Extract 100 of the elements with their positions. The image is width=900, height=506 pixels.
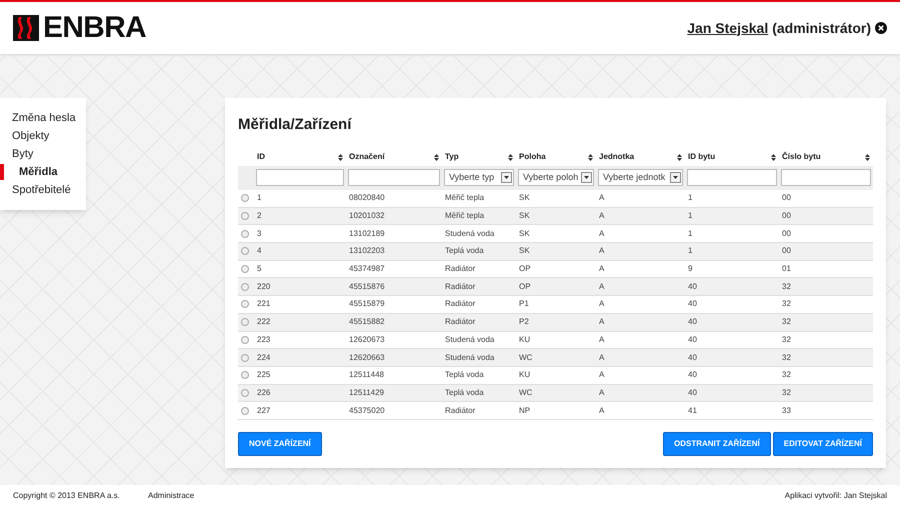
table-cell: 32 bbox=[782, 334, 791, 344]
table-cell: 32 bbox=[782, 282, 791, 291]
table-cell: 3 bbox=[257, 228, 262, 238]
table-cell: KU bbox=[519, 370, 530, 380]
action-button[interactable]: EDITOVAT ZAŘÍZENÍ bbox=[772, 432, 873, 456]
table-cell: A bbox=[599, 352, 604, 362]
table-cell: 45515882 bbox=[349, 317, 385, 326]
table-cell: Radiátor bbox=[445, 317, 476, 326]
table-cell: 225 bbox=[257, 370, 270, 380]
sort-icon[interactable] bbox=[771, 154, 776, 160]
admin-link[interactable]: Administrace bbox=[148, 490, 194, 502]
action-button[interactable]: NOVÉ ZAŘÍZENÍ bbox=[238, 432, 322, 456]
filter-dropdown[interactable]: Vyberte typ bbox=[444, 169, 514, 186]
column-header[interactable]: Jednotka bbox=[599, 151, 634, 163]
table-cell: 2 bbox=[257, 211, 262, 220]
table-cell: 40 bbox=[688, 370, 697, 380]
table-cell: 32 bbox=[782, 352, 791, 362]
filter-field[interactable] bbox=[781, 169, 871, 186]
table-cell: SK bbox=[519, 193, 530, 202]
sidebar-item[interactable]: Změna hesla bbox=[0, 110, 86, 126]
sort-icon[interactable] bbox=[865, 154, 870, 160]
column-header[interactable]: ID bytu bbox=[688, 151, 716, 163]
sidebar-item[interactable]: Měřidla bbox=[0, 164, 86, 180]
filter-field[interactable] bbox=[256, 169, 344, 186]
table-cell: 40 bbox=[688, 299, 697, 308]
table-cell: A bbox=[599, 317, 604, 326]
close-icon[interactable] bbox=[875, 22, 887, 34]
table-cell: 10201032 bbox=[349, 211, 385, 220]
table-cell: 33 bbox=[782, 406, 791, 415]
table-cell: Radiátor bbox=[445, 264, 476, 274]
copyright-text: Copyright © 2013 ENBRA a.s. bbox=[13, 490, 121, 502]
row-radio[interactable] bbox=[241, 388, 249, 397]
table-cell: SK bbox=[519, 228, 530, 238]
row-radio[interactable] bbox=[241, 371, 249, 380]
filter-field[interactable] bbox=[348, 169, 440, 186]
sort-icon[interactable] bbox=[434, 154, 439, 160]
row-radio[interactable] bbox=[241, 354, 249, 362]
column-header[interactable]: Poloha bbox=[519, 151, 546, 163]
table-cell: A bbox=[599, 282, 604, 291]
filter-dropdown[interactable]: Vyberte jednotk bbox=[598, 169, 683, 186]
brand-name: ENBRA bbox=[43, 13, 146, 43]
row-radio[interactable] bbox=[241, 212, 249, 220]
table-cell: 00 bbox=[782, 228, 791, 238]
table-cell: 12620673 bbox=[349, 334, 385, 344]
user-link[interactable]: Jan Stejskal bbox=[687, 18, 768, 38]
table-cell: A bbox=[599, 334, 604, 344]
user-role: (administrátor) bbox=[772, 18, 871, 38]
filter-dropdown[interactable]: Vyberte poloh bbox=[518, 169, 594, 186]
row-radio[interactable] bbox=[241, 265, 249, 274]
sort-icon[interactable] bbox=[588, 154, 593, 160]
sort-icon[interactable] bbox=[338, 154, 343, 160]
table-cell: Teplá voda bbox=[445, 370, 484, 380]
logo-icon bbox=[13, 15, 39, 41]
table-cell: Měřič tepla bbox=[445, 193, 484, 202]
sort-icon[interactable] bbox=[508, 154, 513, 160]
table-cell: 1 bbox=[257, 193, 262, 202]
row-radio[interactable] bbox=[241, 247, 249, 256]
table-cell: 32 bbox=[782, 299, 791, 308]
table-cell: A bbox=[599, 228, 604, 238]
table-cell: Teplá voda bbox=[445, 246, 484, 256]
row-radio[interactable] bbox=[241, 406, 249, 415]
page-title: Měřidla/Zařízení bbox=[238, 115, 353, 135]
row-radio[interactable] bbox=[241, 300, 249, 308]
row-radio[interactable] bbox=[241, 230, 249, 238]
table-cell: 32 bbox=[782, 317, 791, 326]
row-radio[interactable] bbox=[241, 282, 249, 291]
column-header[interactable]: Číslo bytu bbox=[782, 151, 821, 163]
row-radio[interactable] bbox=[241, 318, 249, 326]
row-radio[interactable] bbox=[241, 336, 249, 344]
table-cell: A bbox=[599, 370, 604, 380]
table-cell: 1 bbox=[688, 246, 692, 256]
table-cell: 220 bbox=[257, 282, 270, 291]
sidebar-item[interactable]: Objekty bbox=[0, 128, 86, 144]
row-radio[interactable] bbox=[241, 194, 249, 202]
table-cell: A bbox=[599, 211, 604, 220]
table-cell: WC bbox=[519, 388, 532, 397]
column-header[interactable]: Typ bbox=[445, 151, 459, 163]
sidebar-item[interactable]: Spotřebitelé bbox=[0, 182, 86, 198]
action-button[interactable]: ODSTRANIT ZAŘÍZENÍ bbox=[662, 432, 771, 456]
table-cell: 227 bbox=[257, 406, 270, 415]
table-cell: A bbox=[599, 299, 604, 308]
column-header[interactable]: ID bbox=[257, 151, 265, 163]
filter-field[interactable] bbox=[687, 169, 777, 186]
table-cell: 224 bbox=[257, 352, 270, 362]
table-cell: 223 bbox=[257, 334, 270, 344]
table-cell: 9 bbox=[688, 264, 692, 274]
table-cell: 13102189 bbox=[349, 228, 385, 238]
table-cell: 41 bbox=[688, 406, 697, 415]
table-cell: SK bbox=[519, 246, 530, 256]
sidebar-item[interactable]: Byty bbox=[0, 146, 86, 162]
sort-icon[interactable] bbox=[677, 154, 682, 160]
table-cell: 5 bbox=[257, 264, 262, 274]
table-cell: A bbox=[599, 406, 604, 415]
table-cell: 40 bbox=[688, 317, 697, 326]
credit-text: Aplikaci vytvořil: Jan Stejskal bbox=[784, 490, 887, 502]
column-header[interactable]: Označení bbox=[349, 151, 385, 163]
table-cell: 00 bbox=[782, 193, 791, 202]
table-cell: P1 bbox=[519, 299, 529, 308]
table-cell: KU bbox=[519, 334, 530, 344]
table-cell: 12511429 bbox=[349, 388, 384, 397]
